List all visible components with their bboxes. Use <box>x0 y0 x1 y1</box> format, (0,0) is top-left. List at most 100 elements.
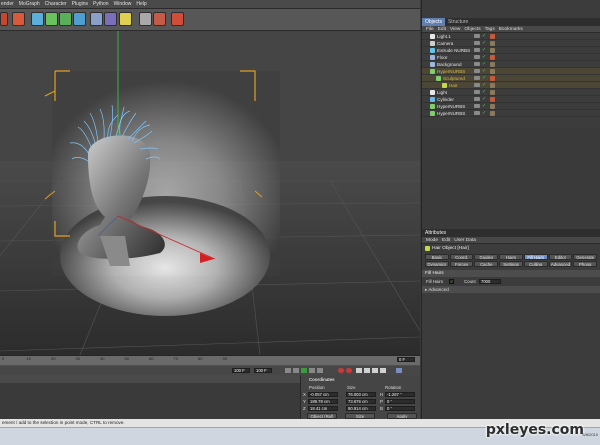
position-field[interactable]: 189.78 cm <box>308 399 338 404</box>
enabled-check-icon[interactable]: ✓ <box>482 103 486 109</box>
tab-objects[interactable]: Objects <box>422 18 445 26</box>
motion-path-icon[interactable] <box>396 368 402 373</box>
object-row[interactable]: HyperNURBS ✓ <box>422 68 600 75</box>
object-row[interactable]: Sculptured ✓ <box>422 75 600 82</box>
scene-icon[interactable] <box>90 12 103 26</box>
enabled-check-icon[interactable]: ✓ <box>482 89 486 95</box>
tag-icon[interactable] <box>490 103 495 109</box>
menu-mograph[interactable]: MoGraph <box>18 1 40 7</box>
size-field[interactable]: 73.676 cm <box>346 399 376 404</box>
light-icon[interactable] <box>119 12 132 26</box>
attribute-tab[interactable]: Cache <box>474 261 499 267</box>
menu-character[interactable]: Character <box>44 1 67 7</box>
visibility-icon[interactable] <box>474 55 480 59</box>
attribute-tab[interactable]: Editor <box>548 254 573 260</box>
object-row[interactable]: Camera ✓ <box>422 40 600 47</box>
enabled-check-icon[interactable]: ✓ <box>482 82 486 88</box>
visibility-icon[interactable] <box>474 104 480 108</box>
rotation-field[interactable]: 0 ° <box>385 399 415 404</box>
attributes-menu-edit[interactable]: Edit <box>442 238 450 243</box>
deformer-icon[interactable] <box>73 12 86 26</box>
enabled-check-icon[interactable]: ✓ <box>482 47 486 53</box>
enabled-check-icon[interactable]: ✓ <box>482 54 486 60</box>
attribute-tab[interactable]: Culling <box>523 261 548 267</box>
first-frame-icon[interactable] <box>285 368 291 373</box>
size-field[interactable]: 76.003 cm <box>346 392 376 397</box>
menu-render[interactable]: ender <box>0 1 14 7</box>
attribute-tab[interactable]: Advanced <box>548 261 573 267</box>
object-name[interactable]: Floor <box>437 55 447 60</box>
attribute-tab[interactable]: Settings <box>499 261 523 267</box>
key-scale-icon[interactable] <box>372 368 378 373</box>
attribute-tab[interactable]: Coord. <box>449 254 474 260</box>
visibility-icon[interactable] <box>474 90 480 94</box>
object-name[interactable]: HyperNURBS <box>437 104 465 109</box>
tag-icon[interactable] <box>490 110 495 116</box>
tag-icon[interactable] <box>490 61 495 67</box>
visibility-icon[interactable] <box>474 83 480 87</box>
objects-menu-view[interactable]: View <box>450 27 460 32</box>
fill-hairs-checkbox[interactable]: ✓ <box>449 279 454 284</box>
visibility-icon[interactable] <box>474 62 480 66</box>
attribute-tab[interactable]: Forces <box>449 261 474 267</box>
position-field[interactable]: -0.057 cm <box>308 392 338 397</box>
attributes-menu-mode[interactable]: Mode <box>426 238 438 243</box>
play-icon[interactable] <box>301 368 307 373</box>
frame-end-field[interactable]: 100 F <box>254 368 272 373</box>
generator-icon[interactable] <box>59 12 72 26</box>
count-field[interactable]: 7000 <box>479 279 501 284</box>
rotation-field[interactable]: -1.267 ° <box>385 392 415 397</box>
rotation-field[interactable]: 0 ° <box>385 406 415 411</box>
objects-menu-file[interactable]: File <box>426 27 434 32</box>
attribute-tab[interactable]: Fill Hairs <box>523 254 548 260</box>
object-row[interactable]: Background ✓ <box>422 61 600 68</box>
snap-icon[interactable] <box>153 12 166 26</box>
camera-icon[interactable] <box>104 12 117 26</box>
object-row[interactable]: Light.1 ✓ <box>422 33 600 40</box>
object-row[interactable]: HyperNURBS ✓ <box>422 110 600 117</box>
objects-menu-objects[interactable]: Objects <box>464 27 480 32</box>
position-field[interactable]: 18.41 cm <box>308 406 338 411</box>
autokey-icon[interactable] <box>346 368 352 373</box>
tab-structure[interactable]: Structure <box>445 18 471 26</box>
object-row[interactable]: Extrude NURBS ✓ <box>422 47 600 54</box>
key-icon[interactable] <box>356 368 362 373</box>
visibility-icon[interactable] <box>474 69 480 73</box>
tag-icon[interactable] <box>490 68 495 74</box>
viewport[interactable] <box>0 31 420 355</box>
enabled-check-icon[interactable]: ✓ <box>482 61 486 67</box>
last-frame-icon[interactable] <box>317 368 323 373</box>
current-frame-field[interactable]: 0 F <box>397 357 415 362</box>
visibility-icon[interactable] <box>474 34 480 38</box>
tool-icon[interactable] <box>139 12 152 26</box>
menu-help[interactable]: Help <box>135 1 146 7</box>
object-row[interactable]: Cylinder ✓ <box>422 96 600 103</box>
object-name[interactable]: HyperNURBS <box>437 69 465 74</box>
tag-icon[interactable] <box>490 96 495 102</box>
object-name[interactable]: Cylinder <box>437 97 454 102</box>
attribute-tab[interactable]: Generate <box>573 254 598 260</box>
object-name[interactable]: Camera <box>437 41 453 46</box>
visibility-icon[interactable] <box>474 48 480 52</box>
tag-icon[interactable] <box>490 89 495 95</box>
objects-menu-edit[interactable]: Edit <box>438 27 446 32</box>
timeline[interactable]: 0 10 20 30 40 50 60 70 80 90 100 F 100 F 0 F <box>0 355 420 375</box>
menu-plugins[interactable]: Plugins <box>71 1 88 7</box>
cube-icon[interactable] <box>31 12 44 26</box>
object-name[interactable]: Hair <box>449 83 457 88</box>
advanced-group[interactable]: ▸ Advanced <box>422 286 600 293</box>
timeline-icon[interactable] <box>171 12 184 26</box>
objects-menu-tags[interactable]: Tags <box>485 27 495 32</box>
nurbs-icon[interactable] <box>45 12 58 26</box>
attribute-tab[interactable]: Dynamics <box>425 261 449 267</box>
object-row[interactable]: Light ✓ <box>422 89 600 96</box>
enabled-check-icon[interactable]: ✓ <box>482 96 486 102</box>
visibility-icon[interactable] <box>474 111 480 115</box>
record-icon[interactable] <box>338 368 344 373</box>
timeline-ruler[interactable]: 0 10 20 30 40 50 60 70 80 90 <box>0 356 420 365</box>
visibility-icon[interactable] <box>474 97 480 101</box>
visibility-icon[interactable] <box>474 41 480 45</box>
object-name[interactable]: Light.1 <box>437 34 451 39</box>
enabled-check-icon[interactable]: ✓ <box>482 68 486 74</box>
attributes-menu-userdata[interactable]: User Data <box>454 238 476 243</box>
